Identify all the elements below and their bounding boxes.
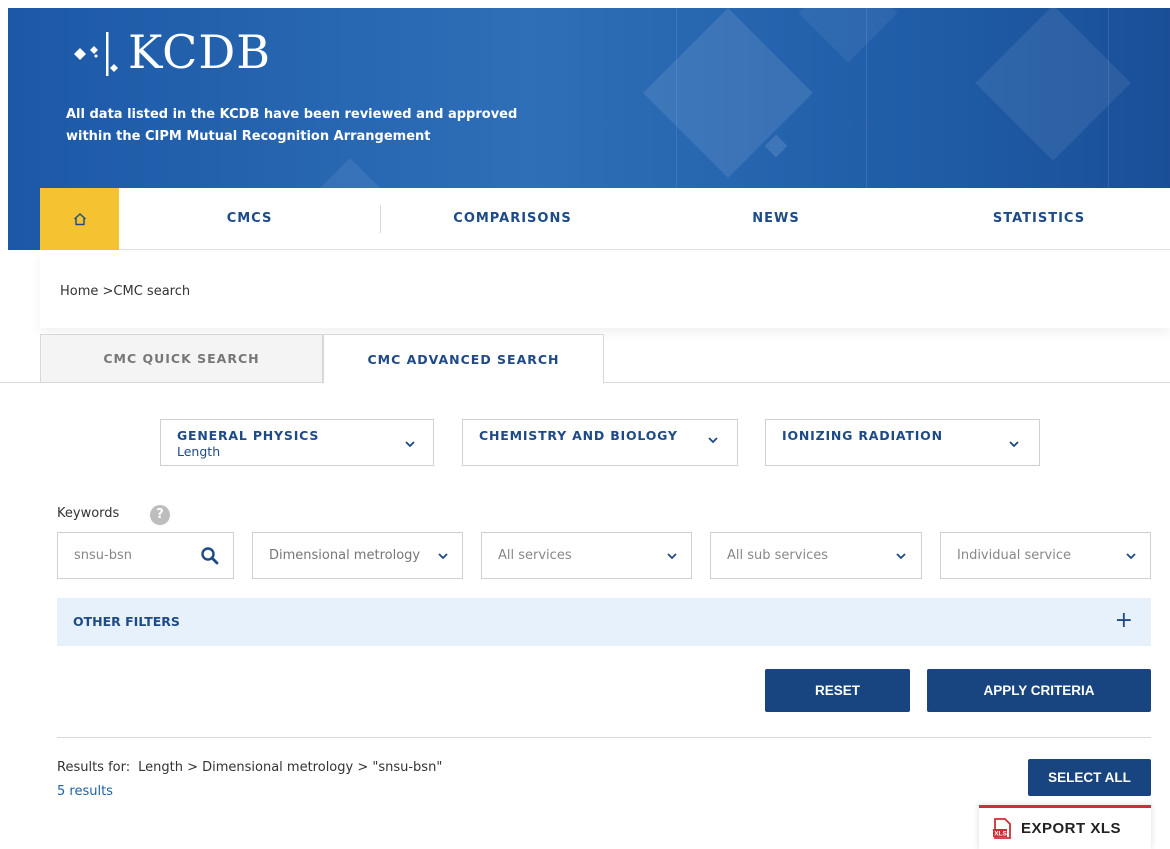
results-count: 5 results (57, 784, 113, 799)
service-select[interactable]: All services (481, 532, 692, 579)
tab-quick-search[interactable]: CMC QUICK SEARCH (40, 334, 323, 383)
plus-icon[interactable]: + (1115, 608, 1133, 634)
main-nav: CMCS COMPARISONS NEWS STATISTICS (40, 187, 1170, 250)
breadcrumb[interactable]: Home >CMC search (60, 284, 190, 299)
chevron-down-icon (667, 553, 677, 560)
help-icon[interactable]: ? (150, 505, 170, 525)
select-all-button[interactable]: SELECT ALL (1028, 759, 1151, 796)
export-xls-button[interactable]: XLS EXPORT XLS (979, 805, 1151, 849)
kcdb-logo-mark-icon (74, 32, 118, 76)
chevron-down-icon (708, 437, 718, 444)
nav-item-cmcs[interactable]: CMCS (119, 211, 380, 226)
domain-select-ionizing-radiation[interactable]: IONIZING RADIATION (765, 419, 1040, 466)
apply-criteria-button[interactable]: APPLY CRITERIA (927, 669, 1151, 712)
area-select[interactable]: Dimensional metrology (252, 532, 463, 579)
results-summary: Results for: Length > Dimensional metrolo… (57, 760, 442, 775)
nav-item-news[interactable]: NEWS (644, 211, 908, 226)
individual-service-select[interactable]: Individual service (940, 532, 1151, 579)
chevron-down-icon (1009, 441, 1019, 448)
search-icon[interactable] (200, 546, 220, 566)
search-tabs: CMC QUICK SEARCH CMC ADVANCED SEARCH (0, 334, 1170, 384)
logo-text: KCDB (128, 25, 272, 79)
divider (57, 737, 1151, 738)
header-tagline: All data listed in the KCDB have been re… (66, 107, 518, 144)
keyword-search-input[interactable]: snsu-bsn (57, 532, 234, 579)
svg-text:XLS: XLS (994, 830, 1007, 837)
breadcrumb-bar: Home >CMC search (40, 250, 1170, 328)
nav-item-comparisons[interactable]: COMPARISONS (381, 211, 644, 226)
domain-select-chemistry-biology[interactable]: CHEMISTRY AND BIOLOGY (462, 419, 738, 466)
home-icon (73, 212, 86, 225)
nav-home-button[interactable] (40, 187, 119, 250)
keywords-label: Keywords (57, 506, 120, 521)
decorative-diamond (764, 134, 788, 158)
decorative-diamond (798, 8, 898, 63)
kcdb-logo[interactable]: KCDB (66, 24, 271, 80)
chevron-down-icon (1126, 553, 1136, 560)
tab-advanced-search[interactable]: CMC ADVANCED SEARCH (323, 334, 604, 384)
decorative-diamond (643, 8, 813, 178)
chevron-down-icon (405, 441, 415, 448)
other-filters-panel[interactable]: OTHER FILTERS + (57, 598, 1151, 646)
nav-item-statistics[interactable]: STATISTICS (908, 211, 1170, 226)
reset-button[interactable]: RESET (765, 669, 910, 712)
sub-service-select[interactable]: All sub services (710, 532, 922, 579)
xls-file-icon: XLS (993, 817, 1011, 839)
results-criteria: Length > Dimensional metrology > "snsu-b… (138, 760, 443, 775)
domain-select-general-physics[interactable]: GENERAL PHYSICS Length (160, 419, 434, 466)
chevron-down-icon (896, 553, 906, 560)
other-filters-label: OTHER FILTERS (73, 614, 180, 629)
chevron-down-icon (438, 553, 448, 560)
results-label: Results for: (57, 760, 131, 775)
